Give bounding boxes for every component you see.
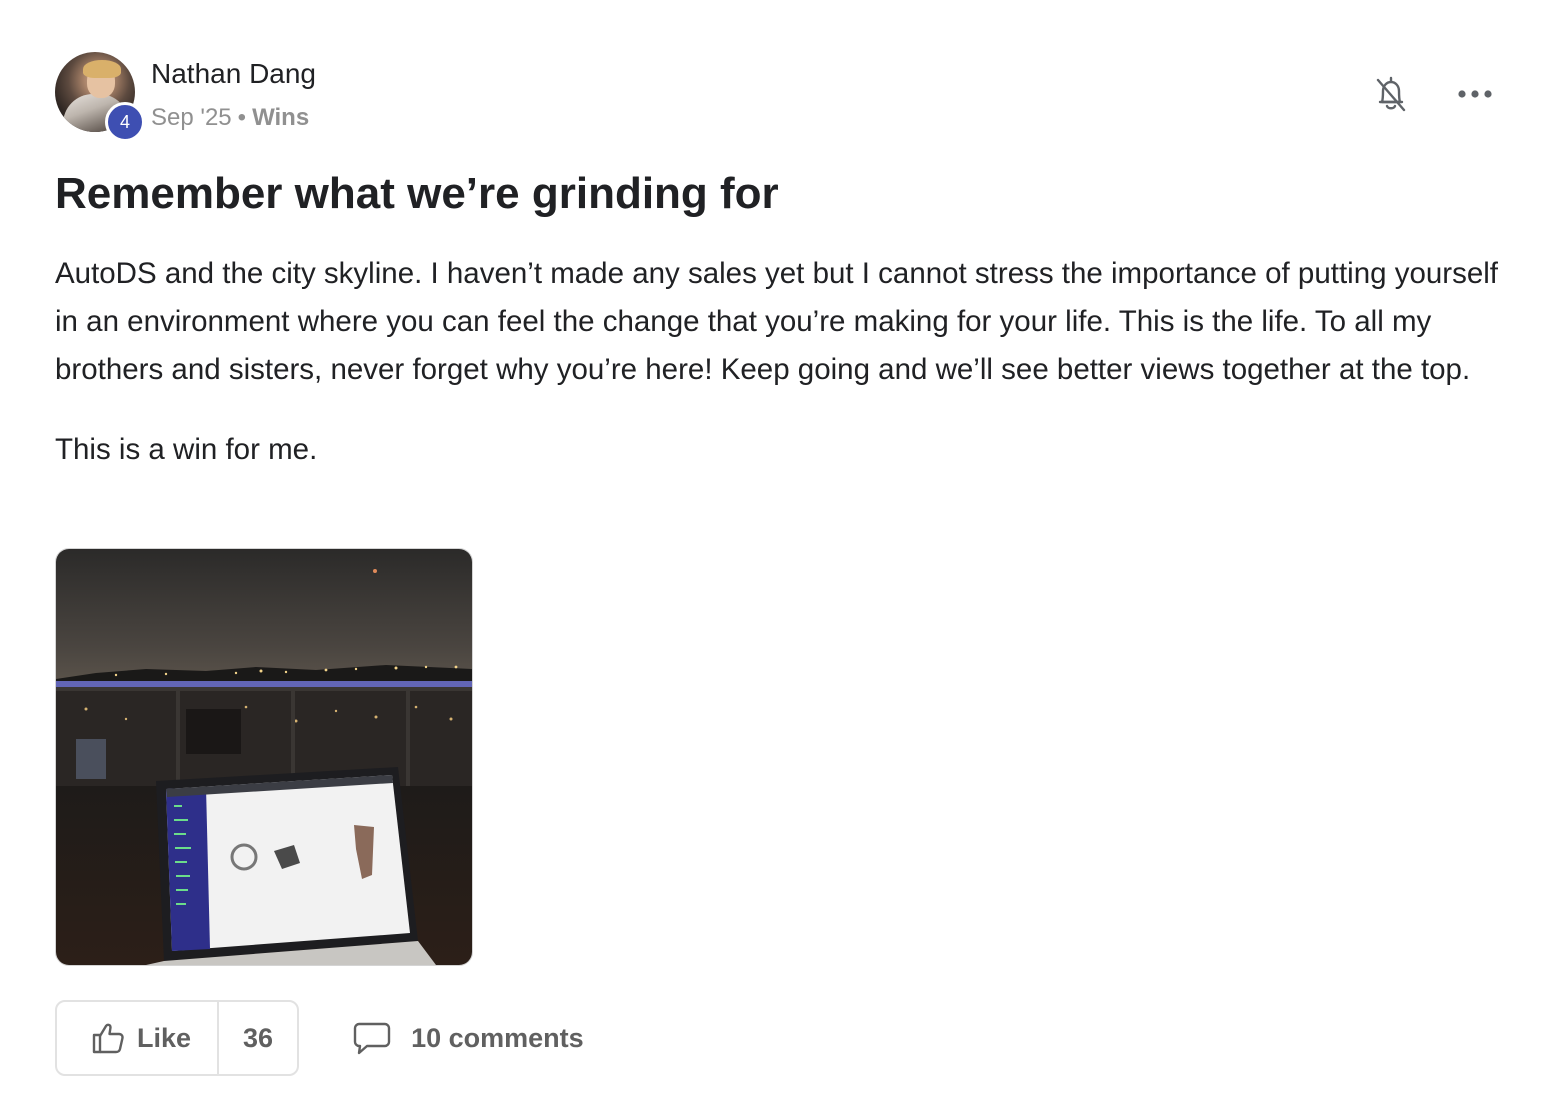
post-header: 4 Nathan Dang Sep '25 • Wins	[55, 50, 1505, 142]
post-date[interactable]: Sep '25	[151, 104, 232, 131]
post-title: Remember what we’re grinding for	[55, 169, 779, 218]
more-horizontal-icon	[1458, 90, 1492, 98]
more-options-button[interactable]	[1455, 72, 1495, 116]
post-category[interactable]: Wins	[252, 104, 309, 131]
post-meta: Sep '25 • Wins	[151, 104, 309, 132]
meta-separator: •	[237, 104, 247, 131]
post-body-paragraph: This is a win for me.	[55, 433, 318, 466]
like-label: Like	[137, 1022, 192, 1053]
notifications-button[interactable]	[1371, 72, 1411, 116]
like-count[interactable]: 36	[219, 1002, 297, 1074]
bell-off-icon	[1376, 76, 1406, 112]
comments-button[interactable]: 10 comments	[353, 1021, 584, 1055]
post-body: AutoDS and the city skyline. I haven’t m…	[55, 250, 1505, 474]
post-actions: Like 36 10 comments	[55, 1000, 584, 1076]
avatar-hair	[83, 60, 121, 78]
comments-label: 10 comments	[411, 1022, 584, 1053]
thumbs-up-icon	[92, 1023, 124, 1054]
avatar-container[interactable]: 4	[55, 52, 145, 142]
author-name[interactable]: Nathan Dang	[151, 58, 316, 90]
comment-icon	[353, 1022, 391, 1055]
post-body-paragraph: AutoDS and the city skyline. I haven’t m…	[55, 257, 1498, 386]
post-card: 4 Nathan Dang Sep '25 • Wins Remember wh…	[55, 50, 1505, 1076]
like-button[interactable]: Like	[57, 1002, 220, 1074]
level-badge: 4	[105, 102, 145, 142]
laptop-city-skyline-image	[56, 549, 472, 965]
like-group: Like 36	[55, 1000, 300, 1076]
post-image-attachment[interactable]	[55, 548, 473, 966]
header-actions	[1371, 72, 1495, 116]
